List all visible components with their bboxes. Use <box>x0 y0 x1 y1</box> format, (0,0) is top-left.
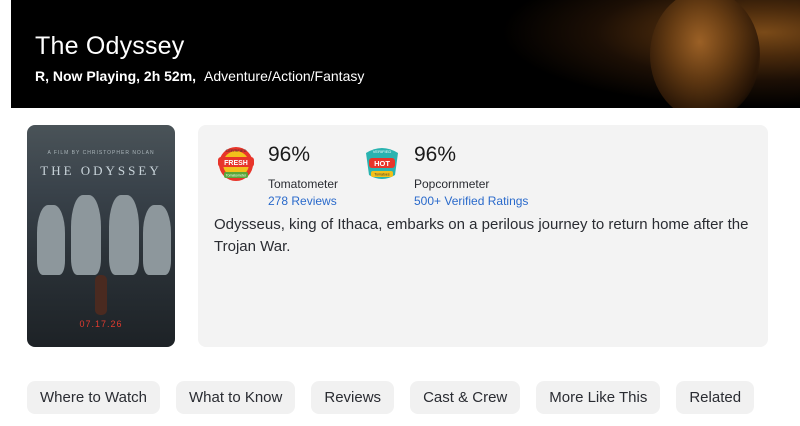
nav-related[interactable]: Related <box>676 381 755 414</box>
svg-text:HOT: HOT <box>374 159 390 168</box>
hero-image <box>500 0 800 108</box>
left-margin <box>0 0 11 426</box>
certified-fresh-icon: FRESH CERTIFIED Tomatometer <box>218 147 254 181</box>
verified-ratings-link[interactable]: 500+ Verified Ratings <box>414 194 528 208</box>
movie-synopsis: Odysseus, king of Ithaca, embarks on a p… <box>214 216 749 255</box>
svg-text:VERIFIED: VERIFIED <box>373 149 392 154</box>
score-panel: FRESH CERTIFIED Tomatometer 96% Tomatome… <box>198 125 768 347</box>
reviews-link[interactable]: 278 Reviews <box>268 194 337 208</box>
tomatometer-score: 96% <box>268 143 311 166</box>
svg-text:CERTIFIED: CERTIFIED <box>225 148 246 153</box>
poster-figure <box>109 195 139 275</box>
movie-meta: R, Now Playing, 2h 52m, Adventure/Action/… <box>35 68 364 84</box>
rating-status-runtime: R, Now Playing, 2h 52m, <box>35 68 197 84</box>
poster-figure <box>71 195 101 275</box>
nav-reviews[interactable]: Reviews <box>311 381 395 414</box>
movie-poster[interactable]: A FILM BY CHRISTOPHER NOLAN THE ODYSSEY … <box>27 125 175 347</box>
poster-figure <box>37 205 65 275</box>
page: The Odyssey R, Now Playing, 2h 52m, Adven… <box>0 0 800 426</box>
movie-title: The Odyssey <box>35 32 185 60</box>
poster-figure <box>143 205 171 275</box>
svg-text:Tomatometer: Tomatometer <box>226 174 247 178</box>
svg-text:Tomatoes: Tomatoes <box>374 173 389 177</box>
poster-hero <box>95 275 107 315</box>
verified-hot-icon: HOT VERIFIED Tomatoes <box>366 148 398 179</box>
nav-what-to-know[interactable]: What to Know <box>175 381 296 414</box>
movie-genres: Adventure/Action/Fantasy <box>204 68 365 84</box>
poster-date: 07.17.26 <box>79 319 123 329</box>
poster-title: THE ODYSSEY <box>40 163 162 178</box>
nav-cast-crew[interactable]: Cast & Crew <box>410 381 521 414</box>
poster-credit: A FILM BY CHRISTOPHER NOLAN <box>47 150 155 156</box>
popcornmeter-score: 96% <box>414 143 457 166</box>
tomatometer-label: Tomatometer <box>268 177 339 191</box>
nav-more-like-this[interactable]: More Like This <box>536 381 661 414</box>
nav-where-to-watch[interactable]: Where to Watch <box>27 381 160 414</box>
svg-text:FRESH: FRESH <box>224 160 248 167</box>
hero-banner: The Odyssey R, Now Playing, 2h 52m, Adven… <box>11 0 800 108</box>
section-nav: Where to Watch What to Know Reviews Cast… <box>27 381 755 414</box>
popcornmeter-label: Popcornmeter <box>414 177 490 191</box>
